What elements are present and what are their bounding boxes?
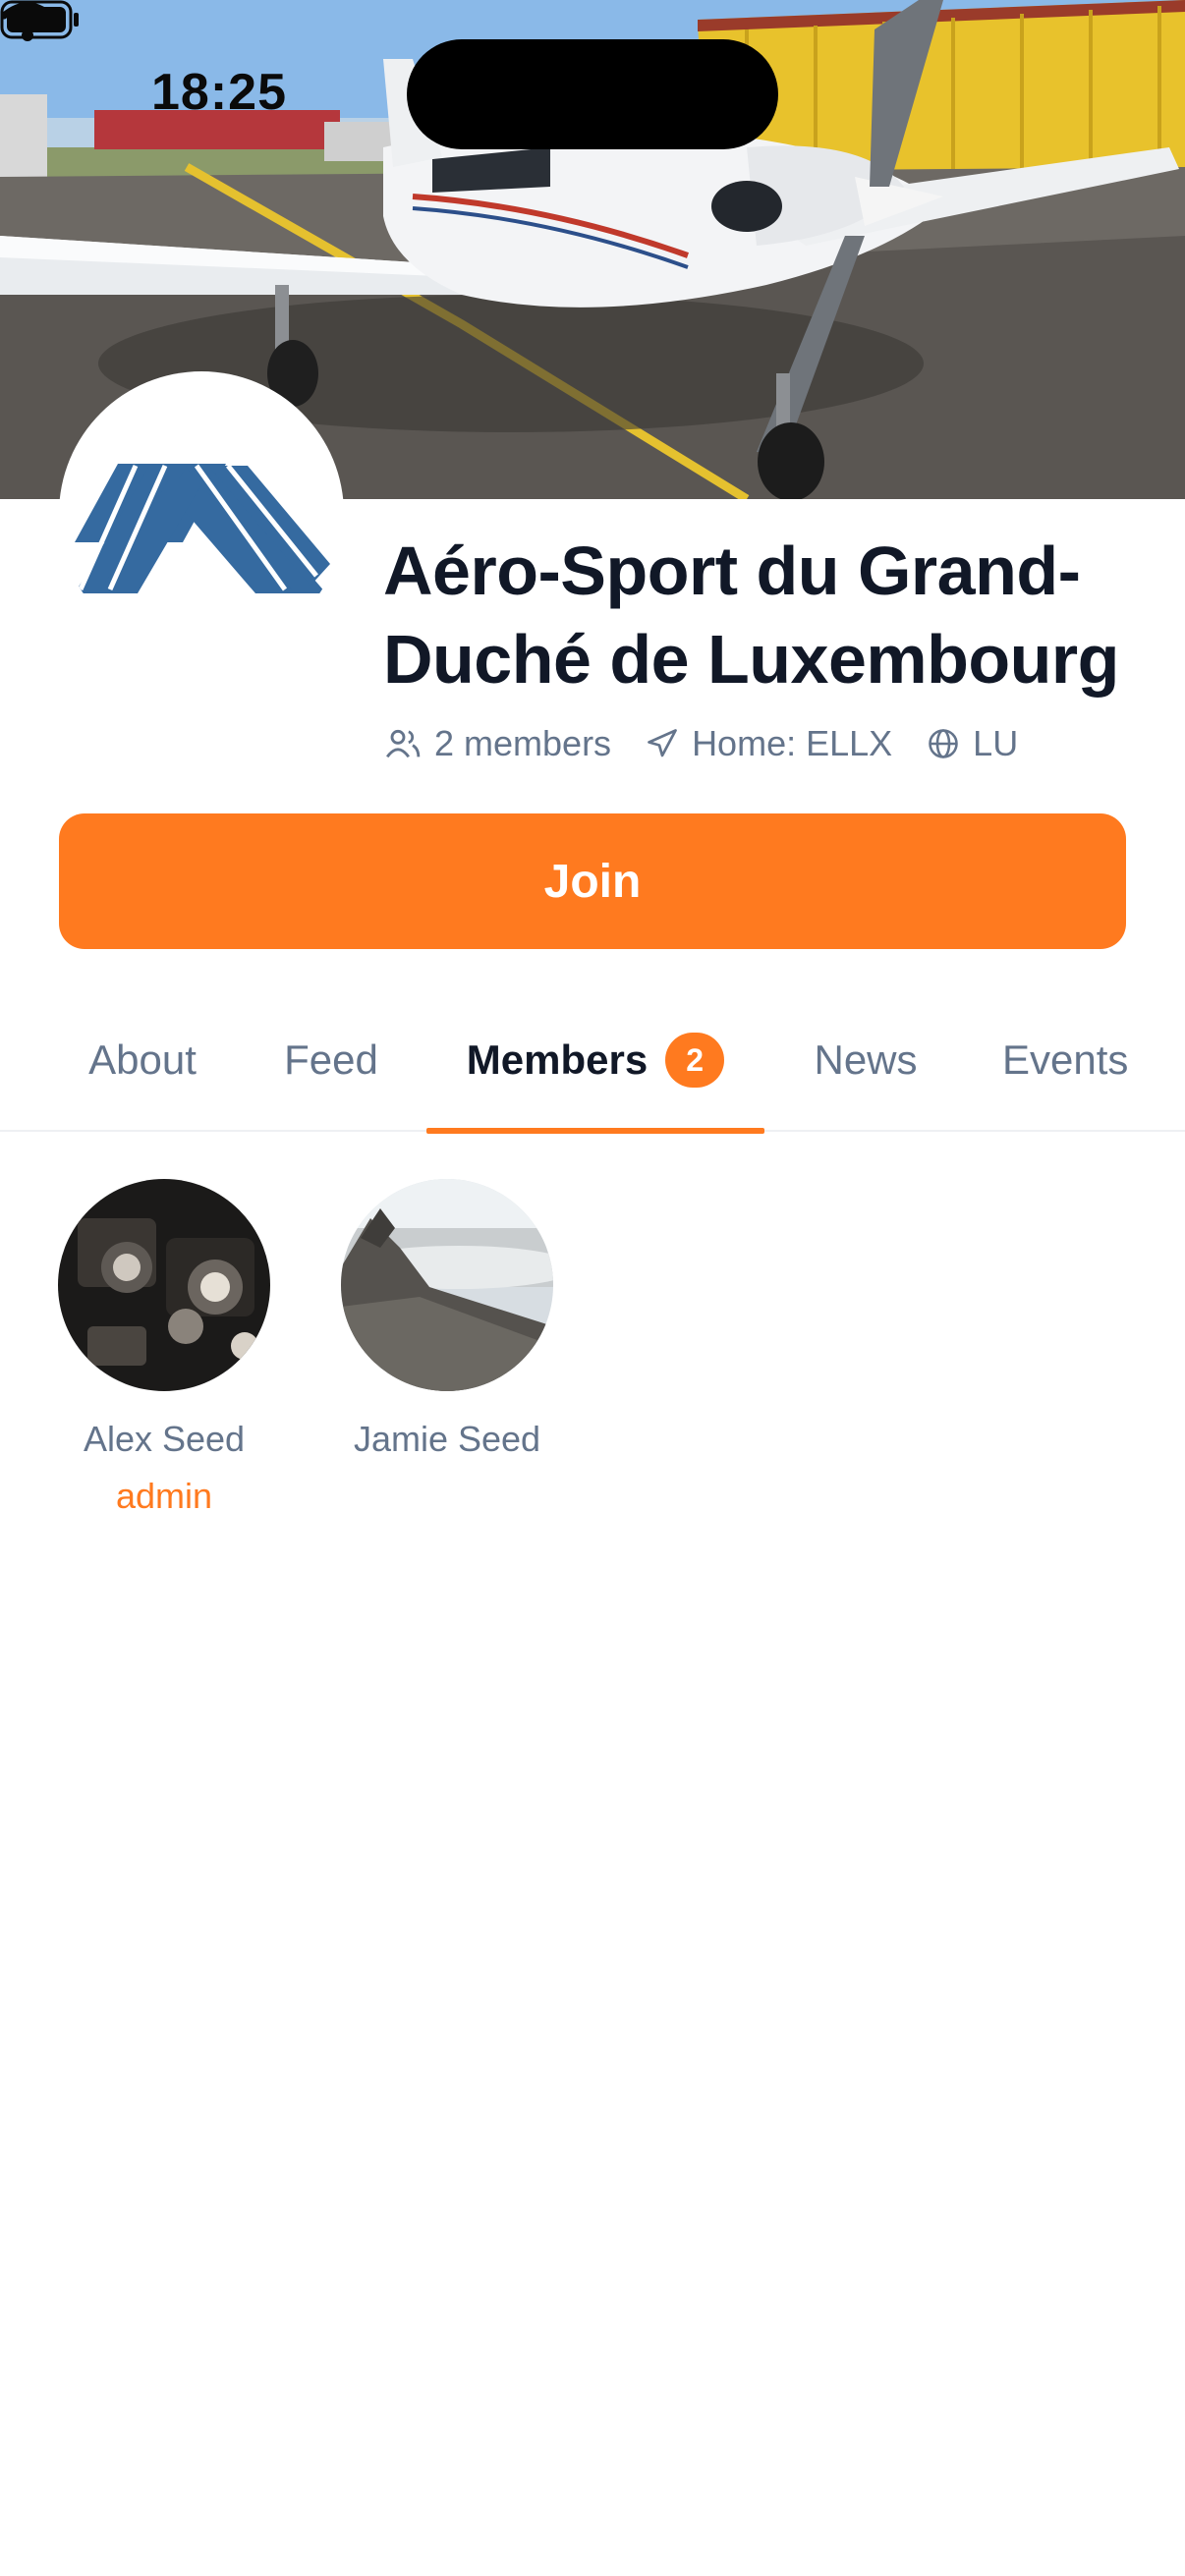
- tab-members-label: Members: [466, 1036, 649, 1083]
- tab-events-label: Events: [1002, 1036, 1129, 1083]
- home-airport-label: Home: ELLX: [692, 723, 893, 763]
- group-title: Aéro-Sport du Grand-Duché de Luxembourg: [383, 532, 1119, 698]
- member-card[interactable]: Jamie Seed: [324, 1179, 570, 1462]
- battery-icon: [0, 0, 79, 39]
- member-name: Jamie Seed: [353, 1419, 541, 1459]
- tab-news-label: News: [814, 1036, 918, 1083]
- tab-feed-label: Feed: [284, 1036, 378, 1083]
- club-logo-icon: [75, 464, 330, 593]
- plane-icon: [648, 729, 677, 757]
- country: LU: [926, 723, 1018, 764]
- users-icon: [386, 729, 421, 758]
- mountain-photo-avatar: [341, 1179, 553, 1391]
- member-name: Alex Seed: [83, 1419, 246, 1459]
- avatar: [58, 1179, 270, 1391]
- avatar: [341, 1179, 553, 1391]
- home-airport: Home: ELLX: [645, 723, 892, 764]
- members-count-badge: 2: [665, 1033, 725, 1088]
- camera-photo-avatar: [58, 1179, 270, 1391]
- join-button[interactable]: Join: [59, 813, 1126, 949]
- member-card[interactable]: Alex Seed admin: [41, 1179, 287, 1519]
- tab-about[interactable]: About: [51, 988, 234, 1132]
- status-bar-time: 18:25: [151, 64, 287, 121]
- members-count-label: 2 members: [434, 723, 612, 763]
- dynamic-island: [407, 39, 778, 149]
- group-meta: 2 members Home: ELLX LU: [383, 721, 1051, 766]
- tab-feed[interactable]: Feed: [254, 988, 409, 1132]
- tab-about-label: About: [88, 1036, 197, 1083]
- members-count: 2 members: [383, 723, 611, 764]
- member-role-badge: admin: [115, 1476, 213, 1516]
- tab-bar: About Feed Members 2 News Events: [0, 988, 1185, 1134]
- tab-news[interactable]: News: [782, 988, 949, 1132]
- country-label: LU: [973, 723, 1019, 763]
- tab-members[interactable]: Members 2: [426, 988, 764, 1132]
- group-logo: [59, 371, 344, 656]
- active-tab-indicator: [426, 1128, 764, 1134]
- tab-events[interactable]: Events: [969, 988, 1185, 1132]
- globe-icon: [929, 729, 958, 758]
